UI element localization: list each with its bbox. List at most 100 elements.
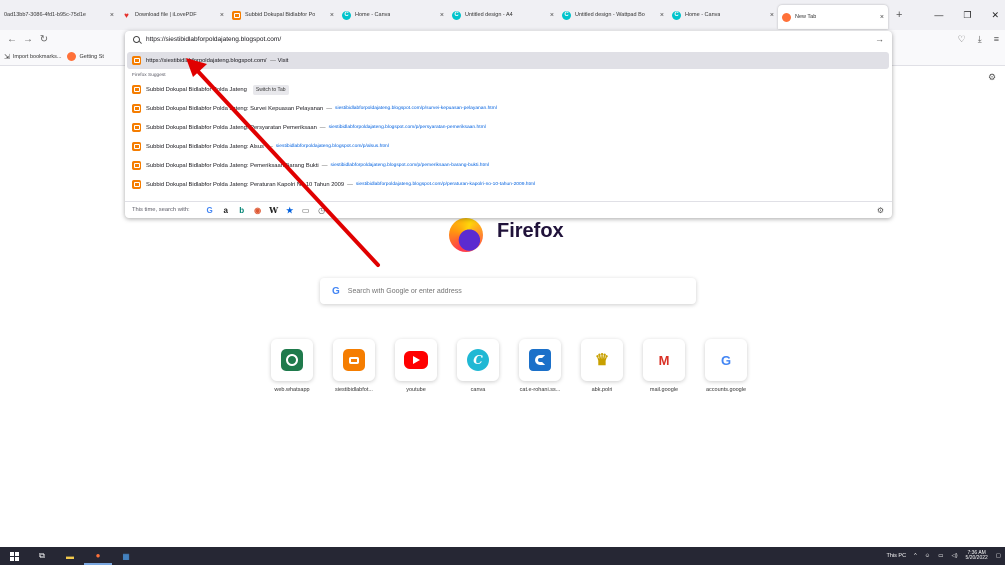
tile-label: web.whatsapp <box>274 387 310 393</box>
people-icon[interactable]: ☺ <box>925 553 931 559</box>
network-icon[interactable]: ▭ <box>938 553 943 559</box>
this-pc-label[interactable]: This PC <box>887 553 907 559</box>
go-arrow-icon[interactable]: → <box>875 34 884 44</box>
minimize-icon[interactable]: — <box>934 10 943 20</box>
bookmark-getting-started[interactable]: Getting St <box>67 52 104 61</box>
notification-icon[interactable]: ▢ <box>996 553 1001 559</box>
suggestion-separator: — <box>347 181 353 188</box>
history-search-icon[interactable]: ◷ <box>314 206 330 215</box>
suggestion-url: https://siestibidlabforpoldajateng.blogs… <box>146 57 267 64</box>
chevron-up-icon[interactable]: ^ <box>914 553 917 559</box>
close-window-icon[interactable]: ✕ <box>991 10 999 21</box>
google-engine-icon[interactable]: G <box>202 206 218 215</box>
search-input[interactable] <box>347 287 678 295</box>
tab-5[interactable]: Untitled design - Wattpad Bo × <box>558 0 668 30</box>
blogger-icon <box>132 56 141 65</box>
top-site-tile[interactable]: M mail.google <box>634 339 694 403</box>
download-icon[interactable]: ⤓ <box>978 34 982 45</box>
tab-6[interactable]: Home - Canva × <box>668 0 778 30</box>
bookmark-import[interactable]: ⇲ Import bookmarks... <box>4 53 61 61</box>
firefox-icon <box>782 12 791 22</box>
duckduckgo-engine-icon[interactable]: ◉ <box>250 206 266 215</box>
tile-label: canva <box>470 387 486 393</box>
close-icon[interactable]: × <box>766 12 774 19</box>
tile-icon-box: ♛ <box>581 339 623 381</box>
back-icon[interactable]: ← <box>4 34 20 45</box>
suggestion-item[interactable]: Subbid Dokupal Bidlabfor Polda Jateng Sw… <box>127 82 889 97</box>
suggestion-separator: — <box>321 162 328 169</box>
visit-label: Visit <box>277 57 289 64</box>
restore-icon[interactable]: ❐ <box>963 10 971 21</box>
close-icon[interactable]: × <box>436 12 444 19</box>
volume-icon[interactable]: ◁) <box>951 553 957 559</box>
amazon-engine-icon[interactable]: a <box>218 206 234 215</box>
new-tab-plus-icon[interactable]: + <box>896 9 902 21</box>
tab-strip: 0ad13bb7-3086-4fd1-b95c-75d1e × ♥ Downlo… <box>0 0 1005 30</box>
suggestion-visit[interactable]: https://siestibidlabforpoldajateng.blogs… <box>127 52 889 69</box>
task-view-icon[interactable]: ⧉ <box>28 547 56 565</box>
close-icon[interactable]: × <box>326 12 334 19</box>
tab-2[interactable]: Subbid Dokupal Bidlabfor Po × <box>228 0 338 30</box>
top-site-tile[interactable]: ♛ abk.polri <box>572 339 632 403</box>
reload-icon[interactable]: ↻ <box>36 34 52 45</box>
bookmarks-search-icon[interactable]: ★ <box>282 206 298 215</box>
top-site-tile[interactable]: youtube <box>386 339 446 403</box>
cat-icon <box>529 349 551 371</box>
suggestion-item[interactable]: Subbid Dokupal Bidlabfor Polda Jateng: P… <box>127 158 889 173</box>
clock-date: 5/20/2022 <box>965 555 988 561</box>
menu-icon[interactable]: ≡ <box>994 34 999 44</box>
clock[interactable]: 7:36 AM 5/20/2022 <box>965 550 988 562</box>
close-icon[interactable]: × <box>546 12 554 19</box>
tile-label: abk.polri <box>591 387 613 393</box>
youtube-icon <box>404 351 428 369</box>
polri-emblem-icon: ♛ <box>594 352 610 369</box>
suggestion-item[interactable]: Subbid Dokupal Bidlabfor Polda Jateng: P… <box>127 177 889 192</box>
file-explorer-icon[interactable]: ▬ <box>56 547 84 565</box>
url-input[interactable] <box>146 36 746 43</box>
suggestion-separator: — <box>326 105 333 112</box>
firefox-taskbar-icon[interactable]: ● <box>84 547 112 565</box>
tab-title: Home - Canva <box>685 12 721 18</box>
tab-3[interactable]: Home - Canva × <box>338 0 448 30</box>
pocket-icon[interactable]: ♡ <box>958 34 966 45</box>
search-settings-gear-icon[interactable]: ⚙ <box>877 206 884 215</box>
top-site-tile[interactable]: C canva <box>448 339 508 403</box>
wikipedia-engine-icon[interactable]: W <box>266 205 282 215</box>
tab-1[interactable]: ♥ Download file | iLovePDF × <box>118 0 228 30</box>
top-site-tile[interactable]: siestibidlabfot... <box>324 339 384 403</box>
tabs-search-icon[interactable]: ▭ <box>298 206 314 215</box>
close-icon[interactable]: × <box>216 12 224 19</box>
urlbar[interactable]: → <box>125 31 892 48</box>
google-search-box[interactable]: G <box>320 278 696 304</box>
suggestion-item[interactable]: Subbid Dokupal Bidlabfor Polda Jateng: P… <box>127 120 889 135</box>
window-controls: — ❐ ✕ <box>934 0 999 30</box>
top-site-tile[interactable]: cat.e-rohani.ss... <box>510 339 570 403</box>
canva-icon <box>672 10 681 20</box>
tab-title: Home - Canva <box>355 12 391 18</box>
top-site-tile[interactable]: G accounts.google <box>696 339 756 403</box>
blogger-icon <box>132 161 141 170</box>
suggestion-item[interactable]: Subbid Dokupal Bidlabfor Polda Jateng: S… <box>127 101 889 116</box>
forward-icon[interactable]: → <box>20 34 36 45</box>
bing-engine-icon[interactable]: b <box>234 206 250 215</box>
suggestion-title: Subbid Dokupal Bidlabfor Polda Jateng: P… <box>146 124 317 131</box>
close-icon[interactable]: × <box>106 12 114 19</box>
tile-label: siestibidlabfot... <box>335 387 373 393</box>
settings-gear-icon[interactable]: ⚙ <box>988 72 996 83</box>
tile-icon-box <box>271 339 313 381</box>
google-icon: G <box>720 352 732 368</box>
suggestion-url: siestibidlabforpoldajateng.blogspot.com/… <box>355 182 536 187</box>
blogger-icon <box>132 180 141 189</box>
top-site-tile[interactable]: web.whatsapp <box>262 339 322 403</box>
store-icon[interactable]: ▦ <box>112 547 140 565</box>
tab-0[interactable]: 0ad13bb7-3086-4fd1-b95c-75d1e × <box>0 0 118 30</box>
close-icon[interactable]: × <box>656 12 664 19</box>
tab-title: Untitled design - Wattpad Bo <box>575 12 645 18</box>
tab-4[interactable]: Untitled design - A4 × <box>448 0 558 30</box>
tab-7-active[interactable]: New Tab × <box>778 5 888 29</box>
suggestion-item[interactable]: Subbid Dokupal Bidlabfor Polda Jateng: A… <box>127 139 889 154</box>
suggestion-title: Subbid Dokupal Bidlabfor Polda Jateng: P… <box>146 181 345 188</box>
gmail-icon: M <box>658 352 670 368</box>
windows-start-icon[interactable] <box>0 547 28 565</box>
close-icon[interactable]: × <box>876 14 884 21</box>
